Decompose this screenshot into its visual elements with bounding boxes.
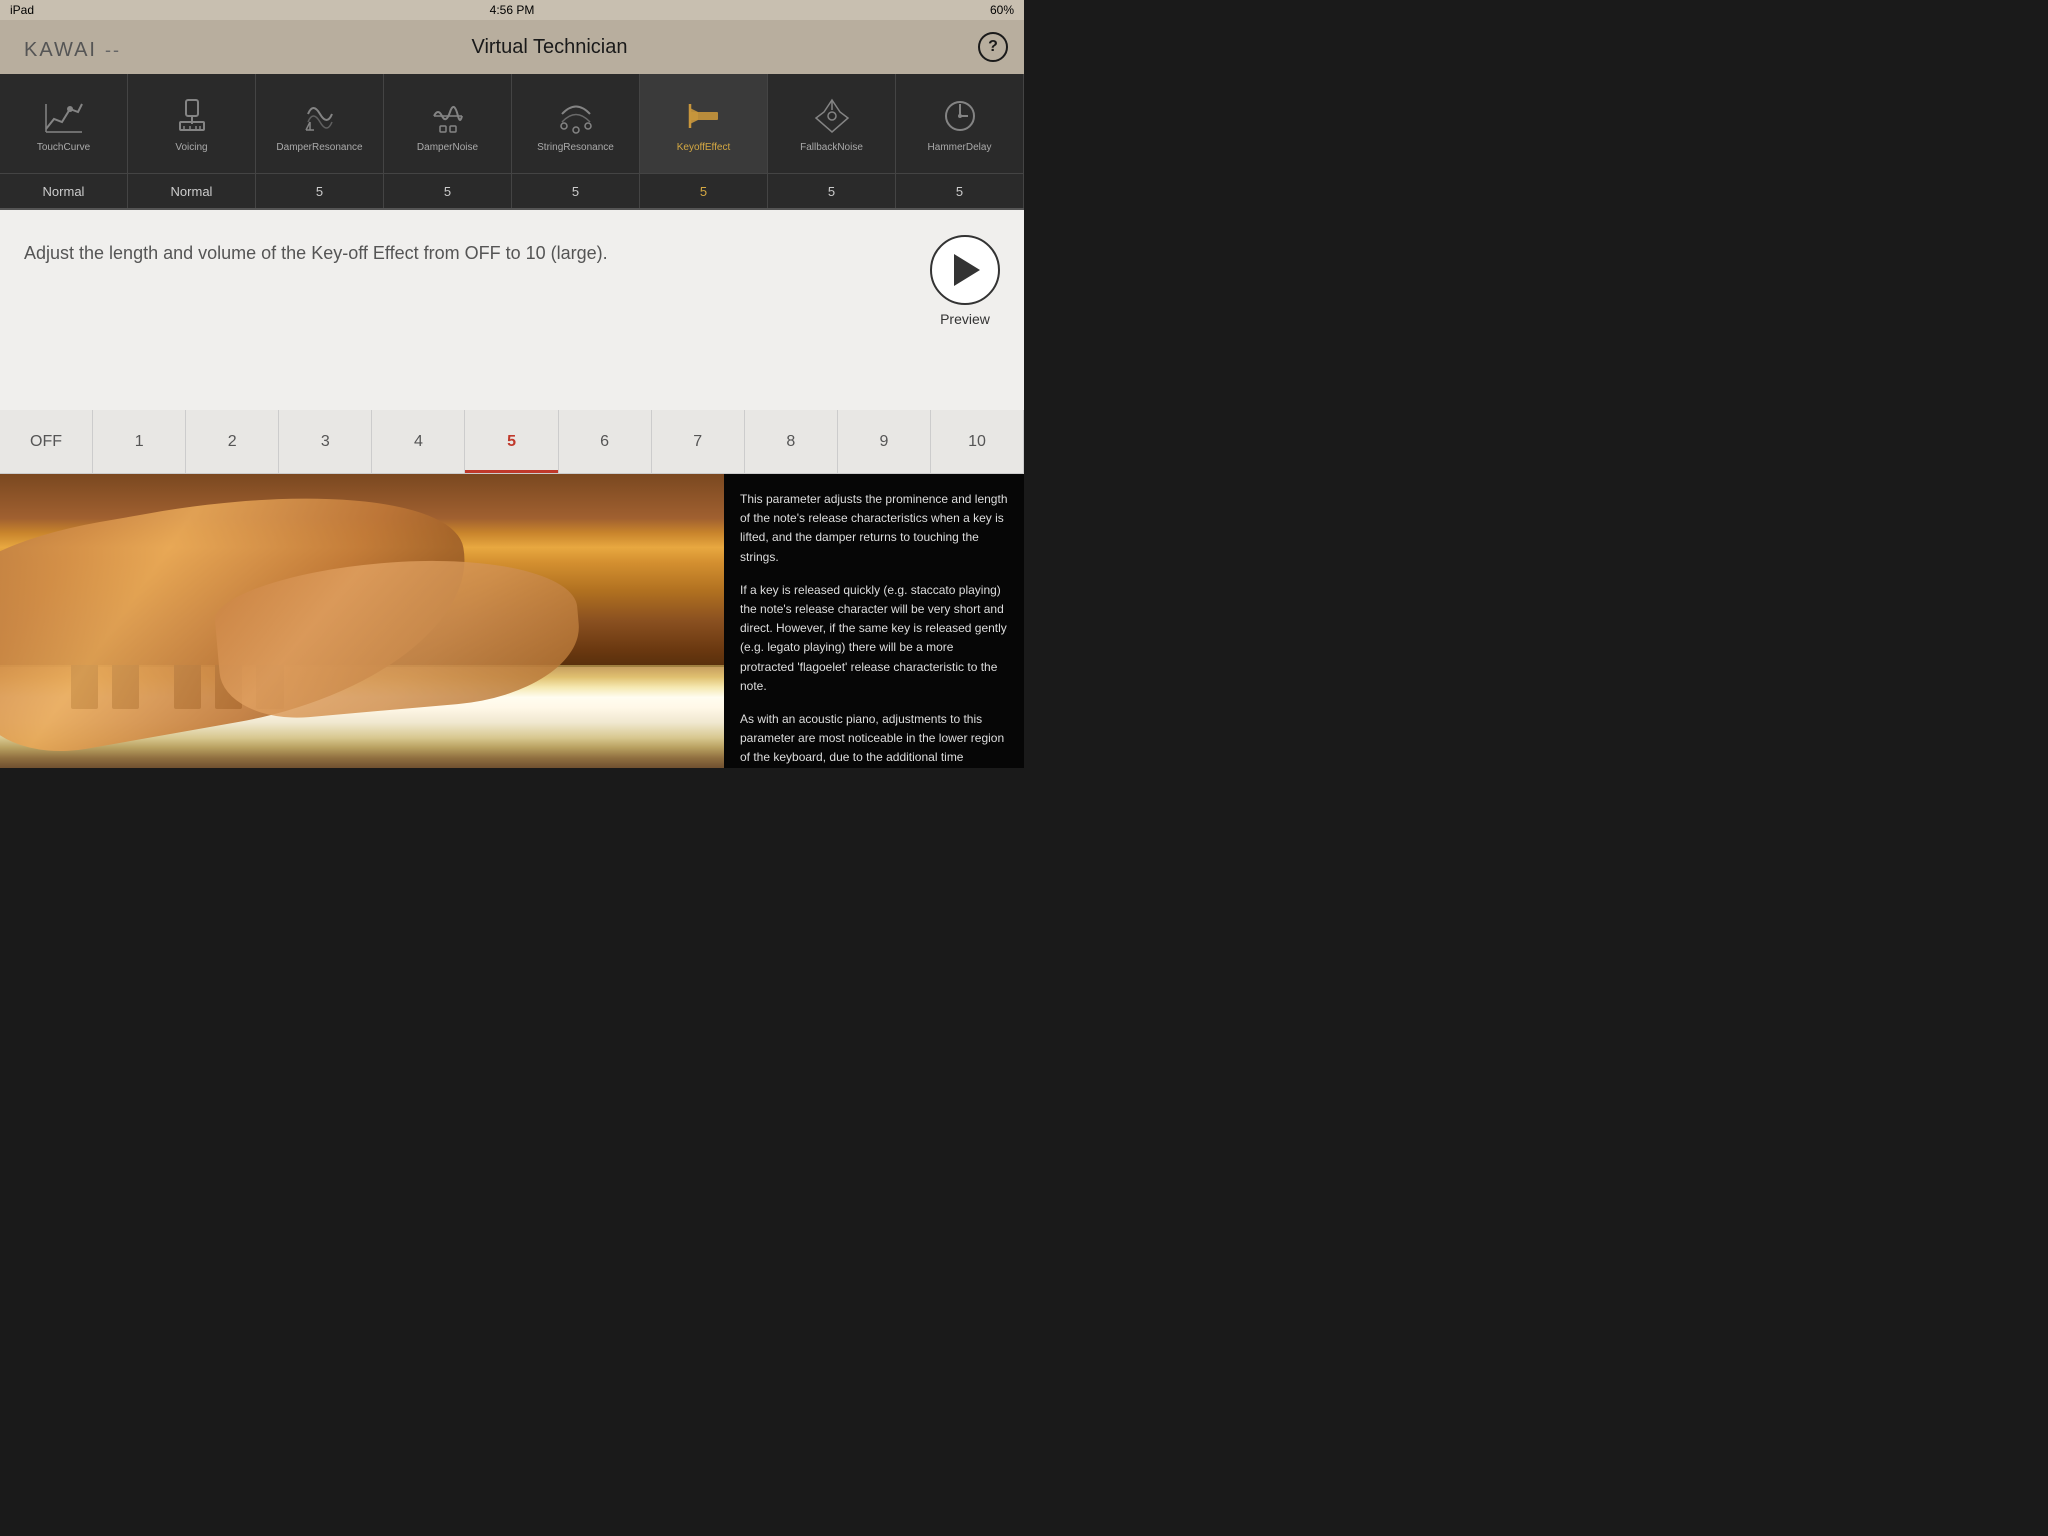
- main-content: Adjust the length and volume of the Key-…: [0, 210, 1024, 410]
- damper-noise-icon: [426, 94, 470, 138]
- preview-label: Preview: [940, 311, 990, 327]
- time-label: 4:56 PM: [490, 3, 535, 17]
- keyoff-effect-icon: [682, 94, 726, 138]
- description-text: Adjust the length and volume of the Key-…: [24, 230, 910, 267]
- voicing-icon: [170, 94, 214, 138]
- nav-tab-fallback-noise[interactable]: FallbackNoise: [768, 74, 896, 173]
- sub-tab-keyoff-effect[interactable]: 5: [640, 174, 768, 208]
- nav-tab-damper-resonance[interactable]: DamperResonance: [256, 74, 384, 173]
- touch-curve-label: TouchCurve: [37, 142, 90, 154]
- sub-tab-touch-curve[interactable]: Normal: [0, 174, 128, 208]
- desc-p1: This parameter adjusts the prominence an…: [740, 490, 1008, 567]
- sub-tabs: NormalNormal555555: [0, 174, 1024, 210]
- sub-tab-fallback-noise[interactable]: 5: [768, 174, 896, 208]
- device-label: iPad: [10, 3, 34, 17]
- voicing-label: Voicing: [175, 142, 207, 154]
- sub-tab-hammer-delay[interactable]: 5: [896, 174, 1024, 208]
- scale-item-8[interactable]: 8: [745, 410, 838, 473]
- desc-p2: If a key is released quickly (e.g. stacc…: [740, 581, 1008, 696]
- sub-tab-damper-resonance[interactable]: 5: [256, 174, 384, 208]
- desc-p3: As with an acoustic piano, adjustments t…: [740, 710, 1008, 768]
- desc-panel: This parameter adjusts the prominence an…: [724, 474, 1024, 768]
- logo-text: KAWAI--: [16, 32, 121, 62]
- hammer-delay-icon: [938, 94, 982, 138]
- header-title: Virtual Technician: [471, 36, 627, 59]
- play-icon: [954, 254, 980, 286]
- damper-noise-label: DamperNoise: [417, 142, 478, 154]
- scale-item-3[interactable]: 3: [279, 410, 372, 473]
- piano-image: [0, 474, 724, 768]
- sub-tab-string-resonance[interactable]: 5: [512, 174, 640, 208]
- scale-item-OFF[interactable]: OFF: [0, 410, 93, 473]
- nav-tab-damper-noise[interactable]: DamperNoise: [384, 74, 512, 173]
- damper-resonance-icon: [298, 94, 342, 138]
- scale-item-1[interactable]: 1: [93, 410, 186, 473]
- scale-item-9[interactable]: 9: [838, 410, 931, 473]
- scale-item-6[interactable]: 6: [559, 410, 652, 473]
- help-button[interactable]: ?: [978, 32, 1008, 62]
- preview-button[interactable]: Preview: [930, 235, 1000, 327]
- nav-tab-touch-curve[interactable]: TouchCurve: [0, 74, 128, 173]
- touch-curve-icon: [42, 94, 86, 138]
- nav-tab-string-resonance[interactable]: StringResonance: [512, 74, 640, 173]
- app-header: KAWAI-- Virtual Technician ?: [0, 20, 1024, 74]
- piano-section: This parameter adjusts the prominence an…: [0, 474, 1024, 768]
- scale-selector: OFF12345678910: [0, 410, 1024, 474]
- scale-item-2[interactable]: 2: [186, 410, 279, 473]
- scale-item-5[interactable]: 5: [465, 410, 558, 473]
- scale-item-10[interactable]: 10: [931, 410, 1024, 473]
- nav-tab-voicing[interactable]: Voicing: [128, 74, 256, 173]
- fallback-noise-icon: [810, 94, 854, 138]
- scale-item-4[interactable]: 4: [372, 410, 465, 473]
- keyoff-effect-label: KeyoffEffect: [677, 142, 731, 154]
- battery-label: 60%: [990, 3, 1014, 17]
- play-circle: [930, 235, 1000, 305]
- string-resonance-icon: [554, 94, 598, 138]
- sub-tab-damper-noise[interactable]: 5: [384, 174, 512, 208]
- nav-tab-keyoff-effect[interactable]: KeyoffEffect: [640, 74, 768, 173]
- status-bar: iPad 4:56 PM 60%: [0, 0, 1024, 20]
- string-resonance-label: StringResonance: [537, 142, 614, 154]
- damper-resonance-label: DamperResonance: [276, 142, 362, 154]
- nav-tabs: TouchCurve Voicing DamperResonance Dampe…: [0, 74, 1024, 174]
- sub-tab-voicing[interactable]: Normal: [128, 174, 256, 208]
- nav-tab-hammer-delay[interactable]: HammerDelay: [896, 74, 1024, 173]
- scale-item-7[interactable]: 7: [652, 410, 745, 473]
- hammer-delay-label: HammerDelay: [928, 142, 992, 154]
- logo-area: KAWAI--: [16, 32, 121, 63]
- fallback-noise-label: FallbackNoise: [800, 142, 863, 154]
